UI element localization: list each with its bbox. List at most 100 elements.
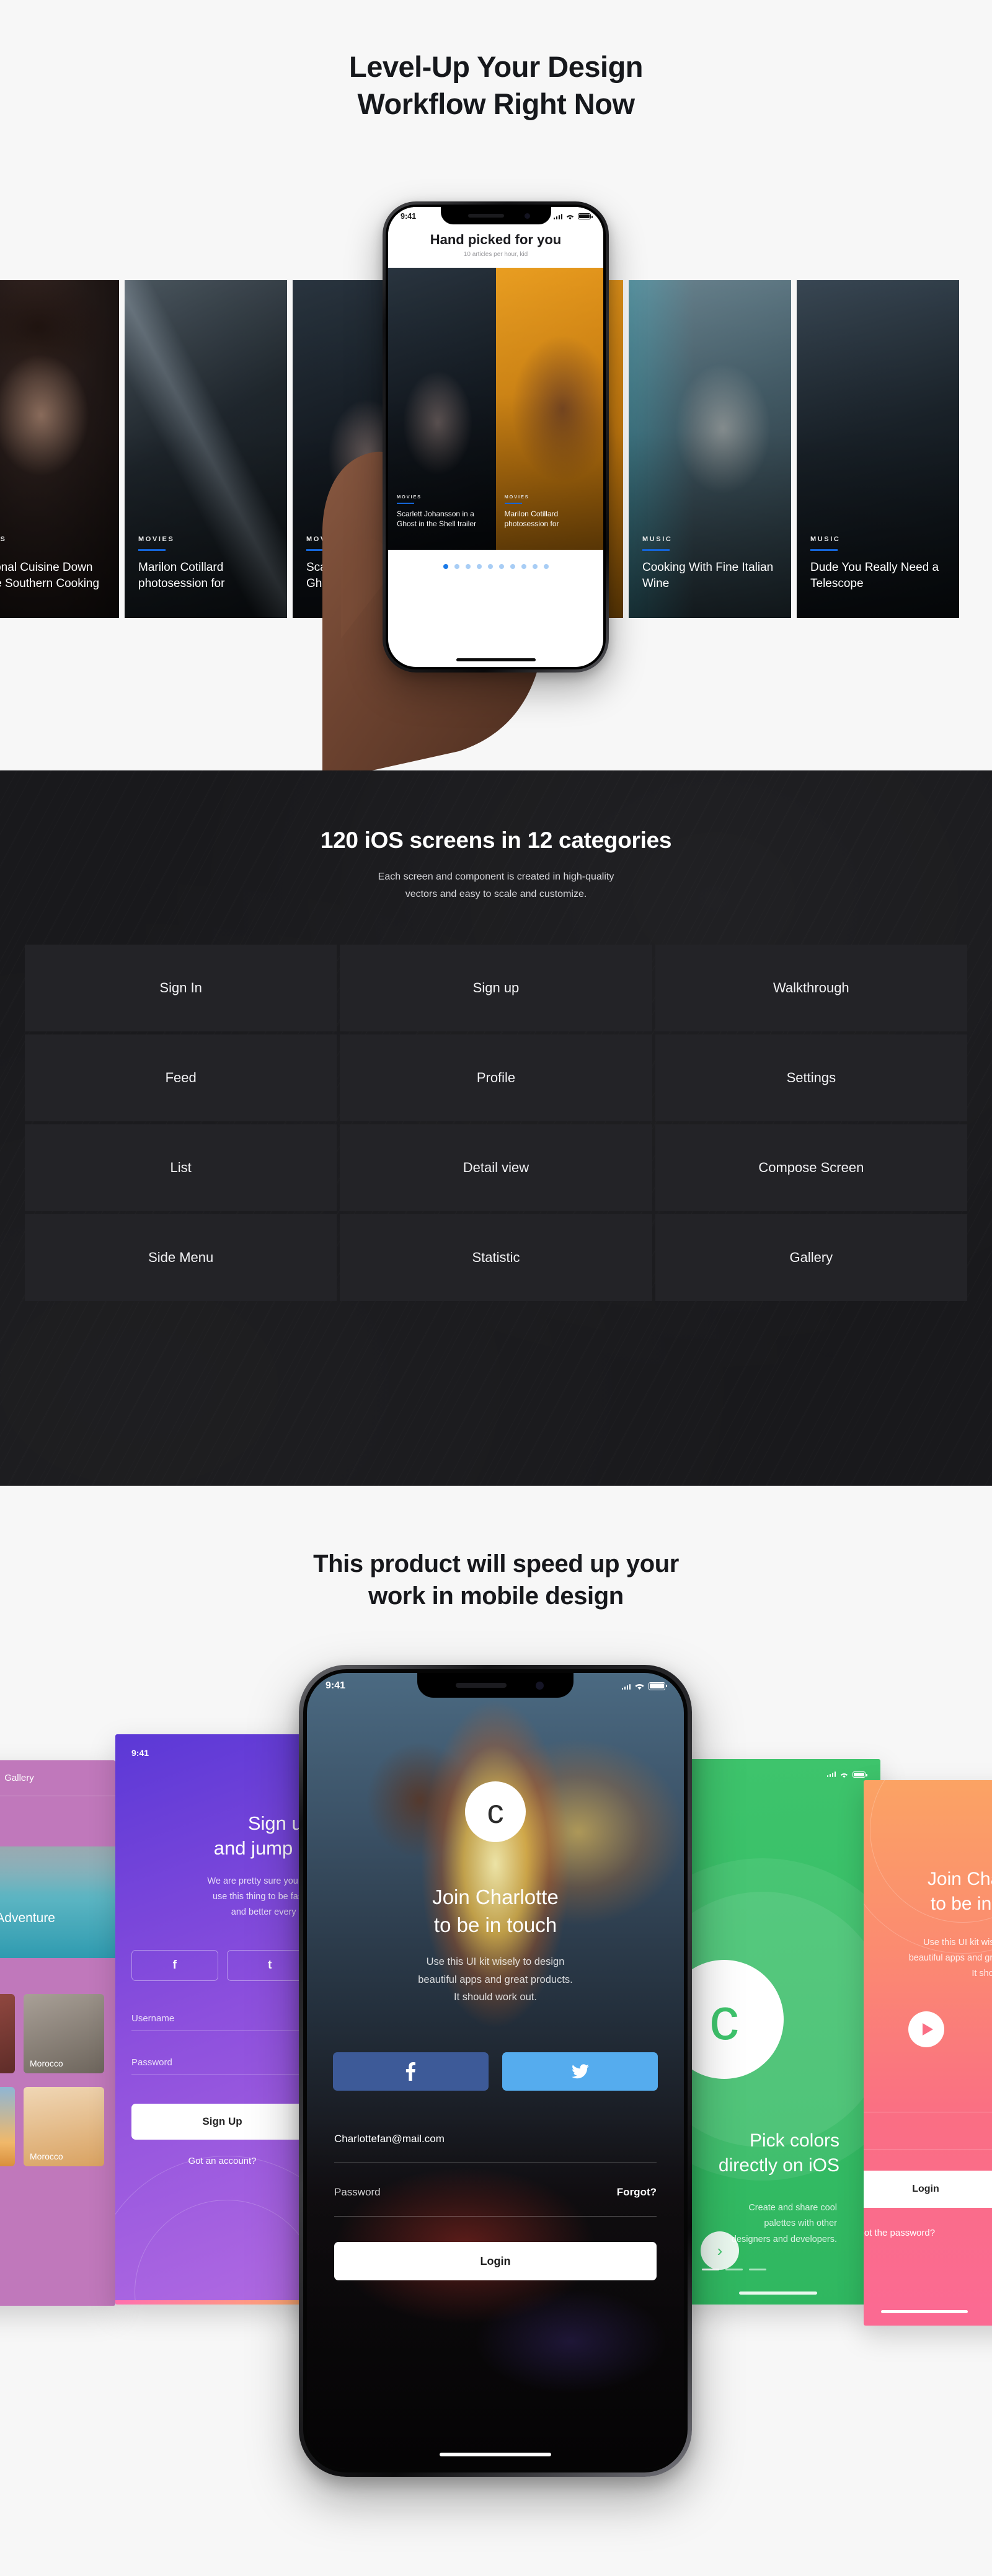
showcase-title-line2: work in mobile design [368,1582,624,1610]
feed-card[interactable]: MOVIES Scarlett Johansson in a Ghost in … [388,268,496,550]
gallery-tile-row[interactable]: France Morocco [0,2087,115,2166]
article-card[interactable]: MUSIC Dude You Really Need a Telescope [797,280,959,618]
category-cell-feed[interactable]: Feed [25,1034,337,1122]
status-time: 9:41 [326,1680,346,1691]
category-cell-detail-view[interactable]: Detail view [340,1124,652,1212]
showcase-title: This product will speed up your work in … [0,1548,992,1612]
page-dot[interactable] [510,564,515,569]
gallery-hero-label: People on Adventure [0,1911,55,1925]
login-sub-line3: It should work out. [454,1992,537,2003]
gallery-tile[interactable]: France [0,1994,15,2073]
gallery-hero-image[interactable]: People on Adventure [0,1846,115,1958]
category-cell-sign-in[interactable]: Sign In [25,945,337,1032]
home-indicator [440,2453,551,2456]
category-cell-settings[interactable]: Settings [655,1034,967,1122]
battery-icon [578,213,593,219]
password-field-row[interactable]: Password Forgot? [334,2186,657,2199]
status-bar [676,1759,880,1778]
pink-subtitle: Use this UI kit wisely to design beautif… [864,1935,992,1982]
social-login-row[interactable] [333,2052,658,2091]
login-button[interactable]: Login [864,2171,992,2208]
facebook-icon[interactable]: f [131,1950,218,1982]
cellular-signal-icon [826,1771,836,1777]
login-title-line2: to be in touch [433,1913,557,1936]
signup-screen-mockup[interactable]: 9:41 Sign up and jump in We are pretty s… [115,1734,329,2305]
password-field[interactable]: Password [115,2057,329,2076]
forgot-password-link[interactable]: Forgot? [617,2186,657,2199]
page-dot-active[interactable] [443,564,448,569]
category-cell-gallery[interactable]: Gallery [655,1214,967,1302]
gallery-tile[interactable]: France [0,2087,15,2166]
login-button[interactable]: Login [334,2242,657,2280]
categories-title: 120 iOS screens in 12 categories [320,827,672,853]
page-dot[interactable] [487,564,493,569]
gallery-tile-row[interactable]: France Morocco [0,1994,115,2073]
feed-card[interactable]: MOVIES Marilon Cotillard photosession fo… [495,268,603,550]
feed-card-title: Marilon Cotillard photosession for [504,509,559,528]
decorative-rings [115,2156,329,2305]
hero-phone-mockup: 9:41 Hand picked for you 10 articles per… [383,201,609,673]
page-dot[interactable] [465,564,471,569]
article-card-title: Regional Cuisine Down Home Southern Cook… [0,560,100,590]
article-card-kicker: MOVIES [0,535,7,543]
main-phone-screen[interactable]: 9:41 c Join Charlotte to be in touch Use… [307,1673,684,2469]
status-bar: 9:41 [388,207,603,226]
home-indicator [739,2291,817,2295]
article-card[interactable]: MOVIES Regional Cuisine Down Home Southe… [0,280,119,618]
carousel-page-dots[interactable] [388,550,603,569]
chevron-right-icon[interactable]: › [701,2231,739,2270]
feed-subtitle: 10 articles per hour, kid [463,251,528,258]
battery-icon [649,1682,667,1690]
showcase-title-line1: This product will speed up your [313,1550,679,1577]
color-picker-screen-mockup[interactable]: c Pick colors directly on iOS Create and… [676,1759,880,2305]
facebook-login-button[interactable] [333,2052,489,2091]
hero-phone-screen[interactable]: 9:41 Hand picked for you 10 articles per… [388,207,603,667]
signup-button[interactable]: Sign Up [131,2104,313,2140]
feed-cards-row[interactable]: MOVIES Scarlett Johansson in a Ghost in … [388,268,603,550]
category-cell-profile[interactable]: Profile [340,1034,652,1122]
username-label: Username [131,2013,175,2024]
page-dot[interactable] [521,564,526,569]
gallery-tile[interactable]: Morocco [24,1994,104,2073]
password-field-divider [334,2216,657,2217]
category-cell-statistic[interactable]: Statistic [340,1214,652,1302]
page-dot[interactable] [476,564,482,569]
main-phone-mockup: 9:41 c Join Charlotte to be in touch Use… [299,1665,692,2477]
page-dot[interactable] [543,564,549,569]
feed-card-title: Scarlett Johansson in a Ghost in the She… [397,509,477,528]
green-title: Pick colors directly on iOS [676,2128,839,2178]
article-card[interactable]: MUSIC Cooking With Fine Italian Wine [629,280,791,618]
article-card-rule [642,549,670,551]
username-field[interactable]: Username [115,2013,329,2032]
email-field-value[interactable]: Charlottefan@mail.com [334,2133,445,2145]
category-cell-side-menu[interactable]: Side Menu [25,1214,337,1302]
article-card-rule [810,549,838,551]
category-cell-compose-screen[interactable]: Compose Screen [655,1124,967,1212]
twitter-login-button[interactable] [502,2052,658,2091]
pink-field-value: 3 [864,2088,988,2098]
green-subtitle: Create and share cool palettes with othe… [676,2200,837,2247]
page-dot[interactable] [498,564,504,569]
page-dot[interactable] [532,564,538,569]
login-title-line1: Join Charlotte [432,1886,559,1908]
login-screen-mockup[interactable]: Join Charlotte to be in touch Use this U… [864,1780,992,2326]
login-title: Join Charlotte to be in touch [307,1884,684,1939]
gallery-tile[interactable]: Morocco [24,2087,104,2166]
forgot-password-link[interactable]: Forgot the password? [864,2228,992,2238]
play-icon[interactable] [908,2011,944,2047]
twitter-icon [571,2064,589,2079]
pink-title-line1: Join Charlotte [927,1869,992,1889]
password-label: Password [131,2057,172,2068]
walkthrough-progress-dashes[interactable] [702,2269,766,2270]
green-sub-line2: palettes with other [764,2218,837,2229]
hero-title: Level-Up Your Design Workflow Right Now [0,48,992,123]
hero-title-line1: Level-Up Your Design [348,50,644,83]
category-cell-sign-up[interactable]: Sign up [340,945,652,1032]
category-cell-list[interactable]: List [25,1124,337,1212]
category-cell-walkthrough[interactable]: Walkthrough [655,945,967,1032]
pink-sub-line1: Use this UI kit wisely to design [923,1938,992,1947]
signup-title: Sign up and jump in [115,1758,329,1860]
signup-social-row[interactable]: f t [115,1920,329,1982]
gallery-screen-mockup[interactable]: Gallery Travel People on Adventure Jungl… [0,1760,115,2306]
page-dot[interactable] [454,564,459,569]
